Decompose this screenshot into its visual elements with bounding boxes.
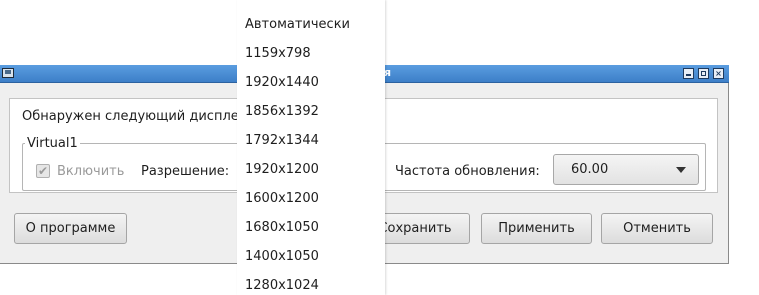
screen: ля × Обнаружен следующий диспле Virtual1…	[0, 0, 759, 295]
monitor-icon	[2, 68, 14, 78]
refresh-rate-select[interactable]: 60.00	[553, 154, 699, 185]
resolution-option[interactable]: 1856x1392	[245, 104, 319, 119]
resolution-option[interactable]: 1680x1050	[245, 220, 319, 235]
refresh-rate-value: 60.00	[571, 162, 609, 177]
resolution-option[interactable]: Автоматически	[245, 17, 350, 32]
enable-checkbox[interactable]: ✔	[36, 164, 50, 178]
maximize-icon[interactable]	[698, 68, 709, 79]
refresh-rate-label: Частота обновления:	[395, 164, 540, 179]
resolution-dropdown-list[interactable]: Автоматически 1159x798 1920x1440 1856x1392 1…	[237, 0, 385, 295]
display-group-title: Virtual1	[25, 136, 80, 151]
resolution-option[interactable]: 1600x1200	[245, 191, 319, 206]
enable-label: Включить	[57, 164, 125, 179]
about-button[interactable]: О программе	[14, 213, 127, 244]
resolution-option[interactable]: 1920x1200	[245, 162, 319, 177]
chevron-down-icon	[676, 167, 686, 173]
resolution-option[interactable]: 1280x1024	[245, 278, 319, 293]
resolution-option[interactable]: 1400x1050	[245, 249, 319, 264]
apply-button[interactable]: Применить	[481, 213, 592, 244]
resolution-label: Разрешение:	[141, 164, 230, 179]
cancel-button[interactable]: Отменить	[601, 213, 713, 244]
detected-displays-label: Обнаружен следующий диспле	[22, 109, 239, 124]
resolution-option[interactable]: 1159x798	[245, 46, 311, 61]
resolution-option[interactable]: 1920x1440	[245, 75, 319, 90]
close-icon[interactable]: ×	[713, 68, 724, 79]
resolution-option[interactable]: 1792x1344	[245, 133, 319, 148]
minimize-icon[interactable]	[683, 68, 694, 79]
